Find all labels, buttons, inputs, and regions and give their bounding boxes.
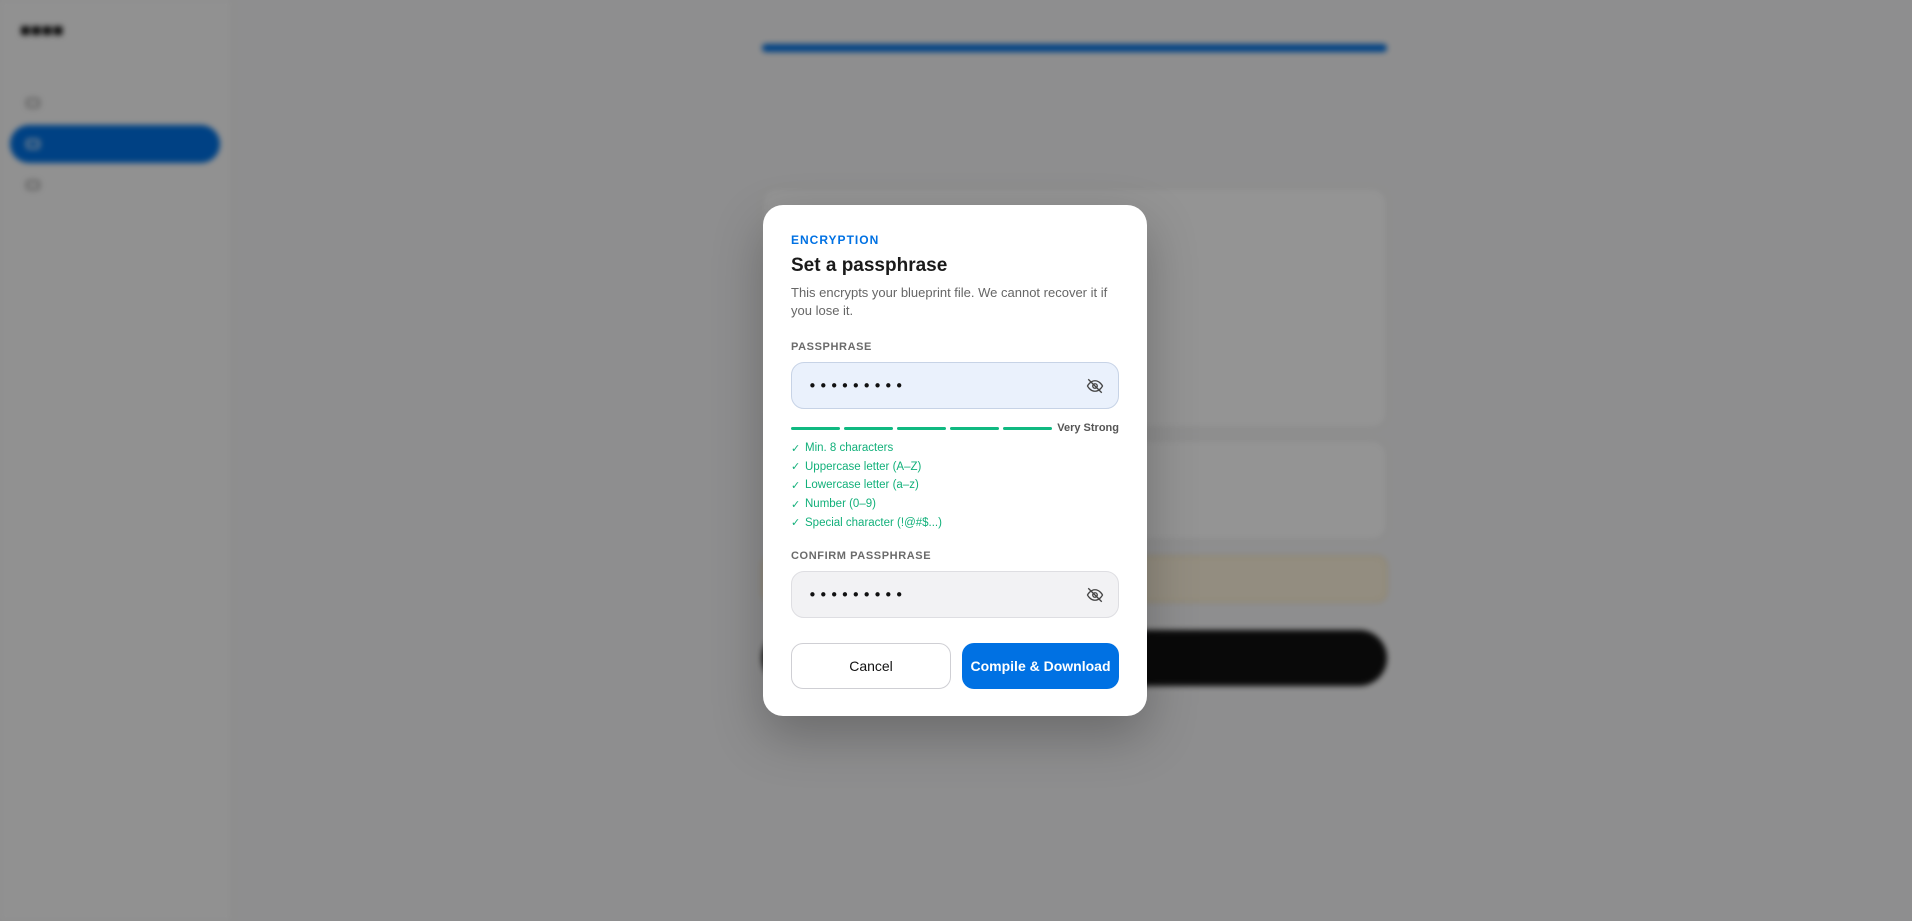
passphrase-value: ••••••••• (808, 376, 906, 395)
eye-off-icon[interactable] (1086, 586, 1104, 604)
requirement-item: ✓ Special character (!@#$...) (791, 513, 942, 532)
strength-segment (950, 427, 999, 430)
requirement-label: Lowercase letter (a–z) (805, 479, 919, 492)
requirement-label: Min. 8 characters (805, 442, 894, 455)
strength-segment (897, 427, 946, 430)
check-icon: ✓ (791, 442, 801, 455)
compile-download-button[interactable]: Compile & Download (962, 643, 1119, 689)
dialog-description: This encrypts your blueprint file. We ca… (791, 285, 1108, 318)
strength-segment (1003, 427, 1052, 430)
passphrase-label: PASSPHRASE (791, 341, 872, 353)
confirm-passphrase-input[interactable]: ••••••••• (791, 571, 1119, 618)
check-icon: ✓ (791, 517, 801, 530)
check-icon: ✓ (791, 498, 801, 511)
passphrase-input[interactable]: ••••••••• (791, 362, 1119, 409)
strength-meter: Very Strong (791, 422, 1119, 436)
strength-label: Very Strong (1057, 422, 1119, 434)
requirement-item: ✓ Lowercase letter (a–z) (791, 476, 942, 495)
confirm-passphrase-value: ••••••••• (808, 585, 906, 604)
requirement-label: Special character (!@#$...) (805, 516, 942, 529)
dialog-title: Set a passphrase (791, 255, 948, 276)
requirement-item: ✓ Uppercase letter (A–Z) (791, 458, 942, 477)
check-icon: ✓ (791, 461, 801, 474)
eye-off-icon[interactable] (1086, 377, 1104, 395)
requirement-label: Number (0–9) (805, 498, 876, 511)
cancel-button[interactable]: Cancel (791, 643, 951, 689)
requirement-label: Uppercase letter (A–Z) (805, 460, 922, 473)
strength-segment (844, 427, 893, 430)
check-icon: ✓ (791, 479, 801, 492)
requirement-item: ✓ Min. 8 characters (791, 439, 942, 458)
confirm-passphrase-label: CONFIRM PASSPHRASE (791, 550, 932, 562)
passphrase-dialog: ENCRYPTION Set a passphrase This encrypt… (763, 205, 1147, 716)
strength-segment (791, 427, 840, 430)
requirement-item: ✓ Number (0–9) (791, 495, 942, 514)
requirements-list: ✓ Min. 8 characters ✓ Uppercase letter (A–… (791, 439, 942, 532)
dialog-eyebrow: ENCRYPTION (791, 233, 880, 247)
